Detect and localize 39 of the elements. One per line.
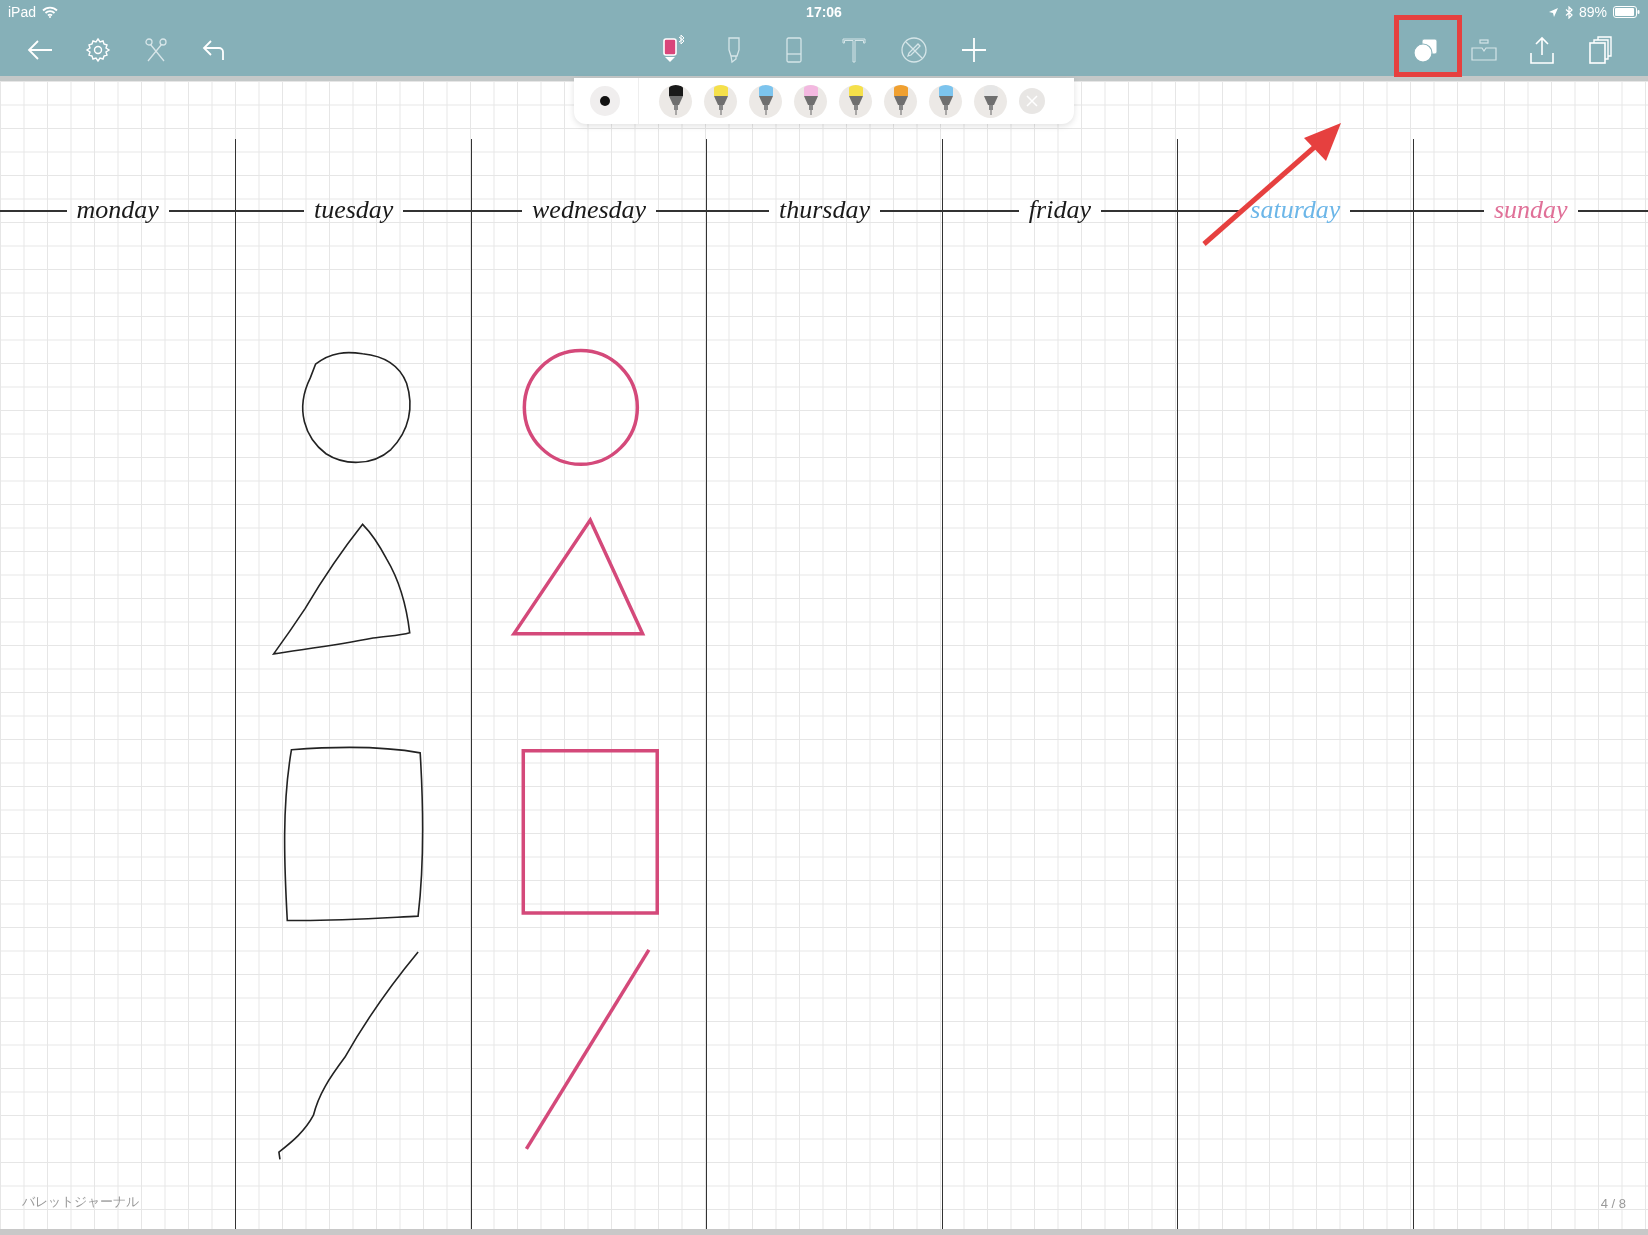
battery-icon [1613,6,1640,18]
device-name: iPad [8,4,37,20]
day-heading: monday [75,195,160,225]
clock-time: 17:06 [806,4,842,20]
pen-color-button[interactable] [749,84,782,118]
pen-color-button[interactable] [929,84,962,118]
pen-color-button[interactable] [974,84,1007,118]
close-button[interactable] [1019,88,1045,114]
text-icon [839,35,869,65]
pen-color-button[interactable] [704,84,737,118]
day-heading: tuesday [312,195,395,225]
notebook-title: バレットジャーナル [22,1193,139,1211]
tray-icon [1469,36,1499,64]
pen-color-button[interactable] [839,84,872,118]
settings-icon [85,37,111,63]
undo-icon [201,38,227,62]
share-icon [1528,35,1556,65]
highlight-frame [1394,15,1462,77]
wifi-icon [42,6,59,18]
day-heading: thursday [778,195,871,225]
battery-percent: 89% [1578,4,1607,20]
day-heading: friday [1027,195,1092,225]
day-heading: saturday [1249,195,1342,225]
close-icon [1026,95,1038,107]
bluetooth-icon [1564,5,1573,19]
location-icon [1547,6,1559,18]
crossed-circle-icon [899,35,929,65]
plus-icon [960,36,988,64]
day-heading: wednesday [531,195,648,225]
page-number: 4 / 8 [1600,1196,1626,1211]
shapes-icon [1412,36,1440,64]
pen-color-button[interactable] [794,84,827,118]
pen-color-button[interactable] [659,84,692,118]
back-arrow-icon [26,38,54,62]
day-heading: sunday [1492,195,1569,225]
pen-size-button[interactable] [590,86,620,116]
scissors-icon [144,37,168,63]
pages-icon [1587,35,1613,65]
pen-color-button[interactable] [884,84,917,118]
